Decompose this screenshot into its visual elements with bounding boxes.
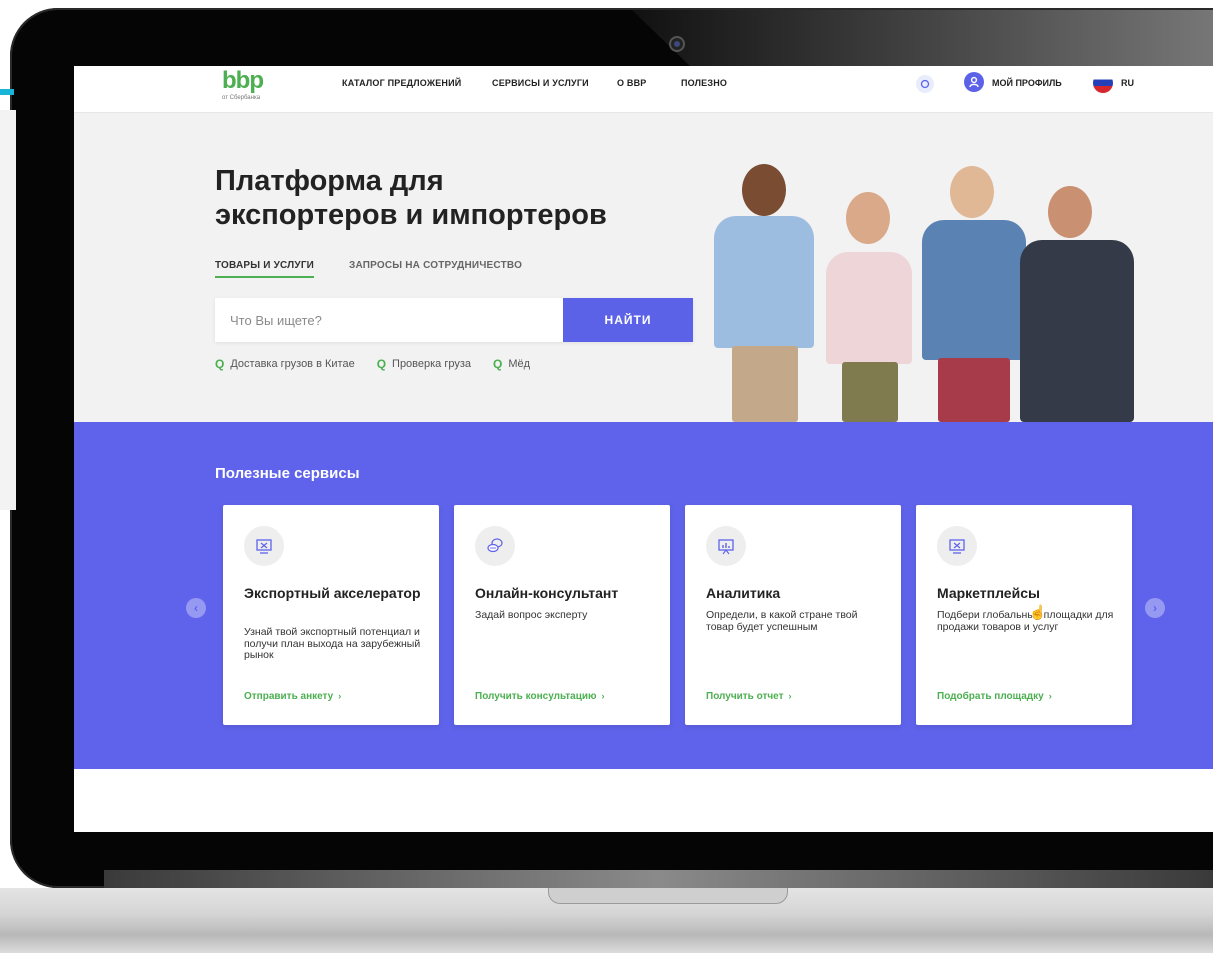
nav-services[interactable]: СЕРВИСЫ И УСЛУГИ [492,78,589,88]
tab-goods-services[interactable]: ТОВАРЫ И УСЛУГИ [215,260,315,278]
chevron-right-icon: › [788,691,792,701]
page-title-line2: экспортеров и импортеров [215,199,607,231]
search-input[interactable] [215,298,563,342]
suggestion-label: Доставка грузов в Китае [230,358,355,370]
search-icon: Q [493,357,503,371]
page-title-line1: Платформа для [215,165,444,197]
page-title: Платформа для экспортеров и импортеров [215,164,675,232]
search-icon: Q [376,357,387,371]
laptop-hinge [104,870,1213,888]
logo[interactable]: bbp от Сбербанка [222,68,282,108]
card-description: Подбери глобальные площадки для продажи … [937,609,1114,633]
card-link-choose-platform[interactable]: Подобрать площадку › [937,691,1052,702]
services-section: Полезные сервисы ‹ › Экспортный акселера… [74,422,1213,769]
hand-cursor-icon: ☝ [1029,604,1047,620]
suggestion-item[interactable]: Q Доставка грузов в Китае [215,357,355,371]
nav-catalog[interactable]: КАТАЛОГ ПРЕДЛОЖЕНИЙ [342,78,461,88]
bezel-reflection [632,10,1213,68]
card-link-label: Получить консультацию [475,691,597,702]
analytics-board-icon [706,526,746,566]
card-link-label: Подобрать площадку [937,691,1044,702]
card-link-label: Получить отчет [706,691,784,702]
card-description: Узнай твой экспортный потенциал и получи… [244,626,421,661]
chevron-right-icon: › [601,691,605,701]
tab-cooperation-requests[interactable]: ЗАПРОСЫ НА СОТРУДНИЧЕСТВО [349,260,522,271]
chat-icon[interactable] [916,75,934,93]
suggestion-label: Мёд [508,358,531,370]
marketplace-board-icon [937,526,977,566]
left-accent-line [0,89,14,95]
service-card-analytics[interactable]: Аналитика Определи, в какой стране твой … [685,505,901,725]
left-side-panel [0,110,16,510]
logo-word: bbp [222,67,264,94]
laptop-screen: bbp от Сбербанка КАТАЛОГ ПРЕДЛОЖЕНИЙ СЕР… [74,66,1213,832]
hero-people-image [704,154,1154,422]
card-link-label: Отправить анкету [244,691,334,702]
top-navigation: bbp от Сбербанка КАТАЛОГ ПРЕДЛОЖЕНИЙ СЕР… [74,66,1213,113]
search-bar: НАЙТИ [215,298,693,342]
service-card-marketplaces[interactable]: Маркетплейсы Подбери глобальные площадки… [916,505,1132,725]
search-icon: Q [215,357,225,371]
search-button[interactable]: НАЙТИ [563,298,693,342]
card-link-send-form[interactable]: Отправить анкету › [244,691,341,702]
search-suggestions: Q Доставка грузов в Китае Q Проверка гру… [215,357,530,371]
accelerator-board-icon [244,526,284,566]
card-link-get-report[interactable]: Получить отчет › [706,691,792,702]
card-description: Задай вопрос эксперту [475,609,588,621]
card-title: Аналитика [706,585,781,601]
carousel-prev-icon[interactable]: ‹ [186,598,206,618]
card-title: Экспортный акселератор [244,585,421,601]
card-title: Маркетплейсы [937,585,1040,601]
laptop-thumb-notch [548,888,788,904]
card-title: Онлайн-консультант [475,585,619,601]
chevron-right-icon: › [338,691,342,701]
carousel-next-icon[interactable]: › [1145,598,1165,618]
chat-bubble-icon [475,526,515,566]
logo-subtitle: от Сбербанка [222,95,261,101]
profile-link[interactable]: МОЙ ПРОФИЛЬ [992,78,1062,88]
language-selector[interactable]: RU [1121,78,1134,88]
services-title: Полезные сервисы [215,465,360,482]
card-description: Определи, в какой стране твой товар буде… [706,609,858,633]
suggestion-item[interactable]: Q Мёд [493,357,530,371]
service-card-accelerator[interactable]: Экспортный акселератор Узнай твой экспор… [223,505,439,725]
service-card-consultant[interactable]: Онлайн-консультант Задай вопрос эксперту… [454,505,670,725]
chevron-right-icon: › [1048,691,1052,701]
webcam [669,36,685,52]
page-footer-area [74,769,1213,832]
nav-useful[interactable]: ПОЛЕЗНО [681,78,727,88]
russian-flag-icon[interactable] [1093,73,1113,93]
suggestion-label: Проверка груза [392,358,472,370]
card-link-get-consultation[interactable]: Получить консультацию › [475,691,605,702]
suggestion-item[interactable]: Q Проверка груза [377,357,471,371]
nav-about[interactable]: О ВВР [617,78,647,88]
user-icon[interactable] [964,72,984,92]
